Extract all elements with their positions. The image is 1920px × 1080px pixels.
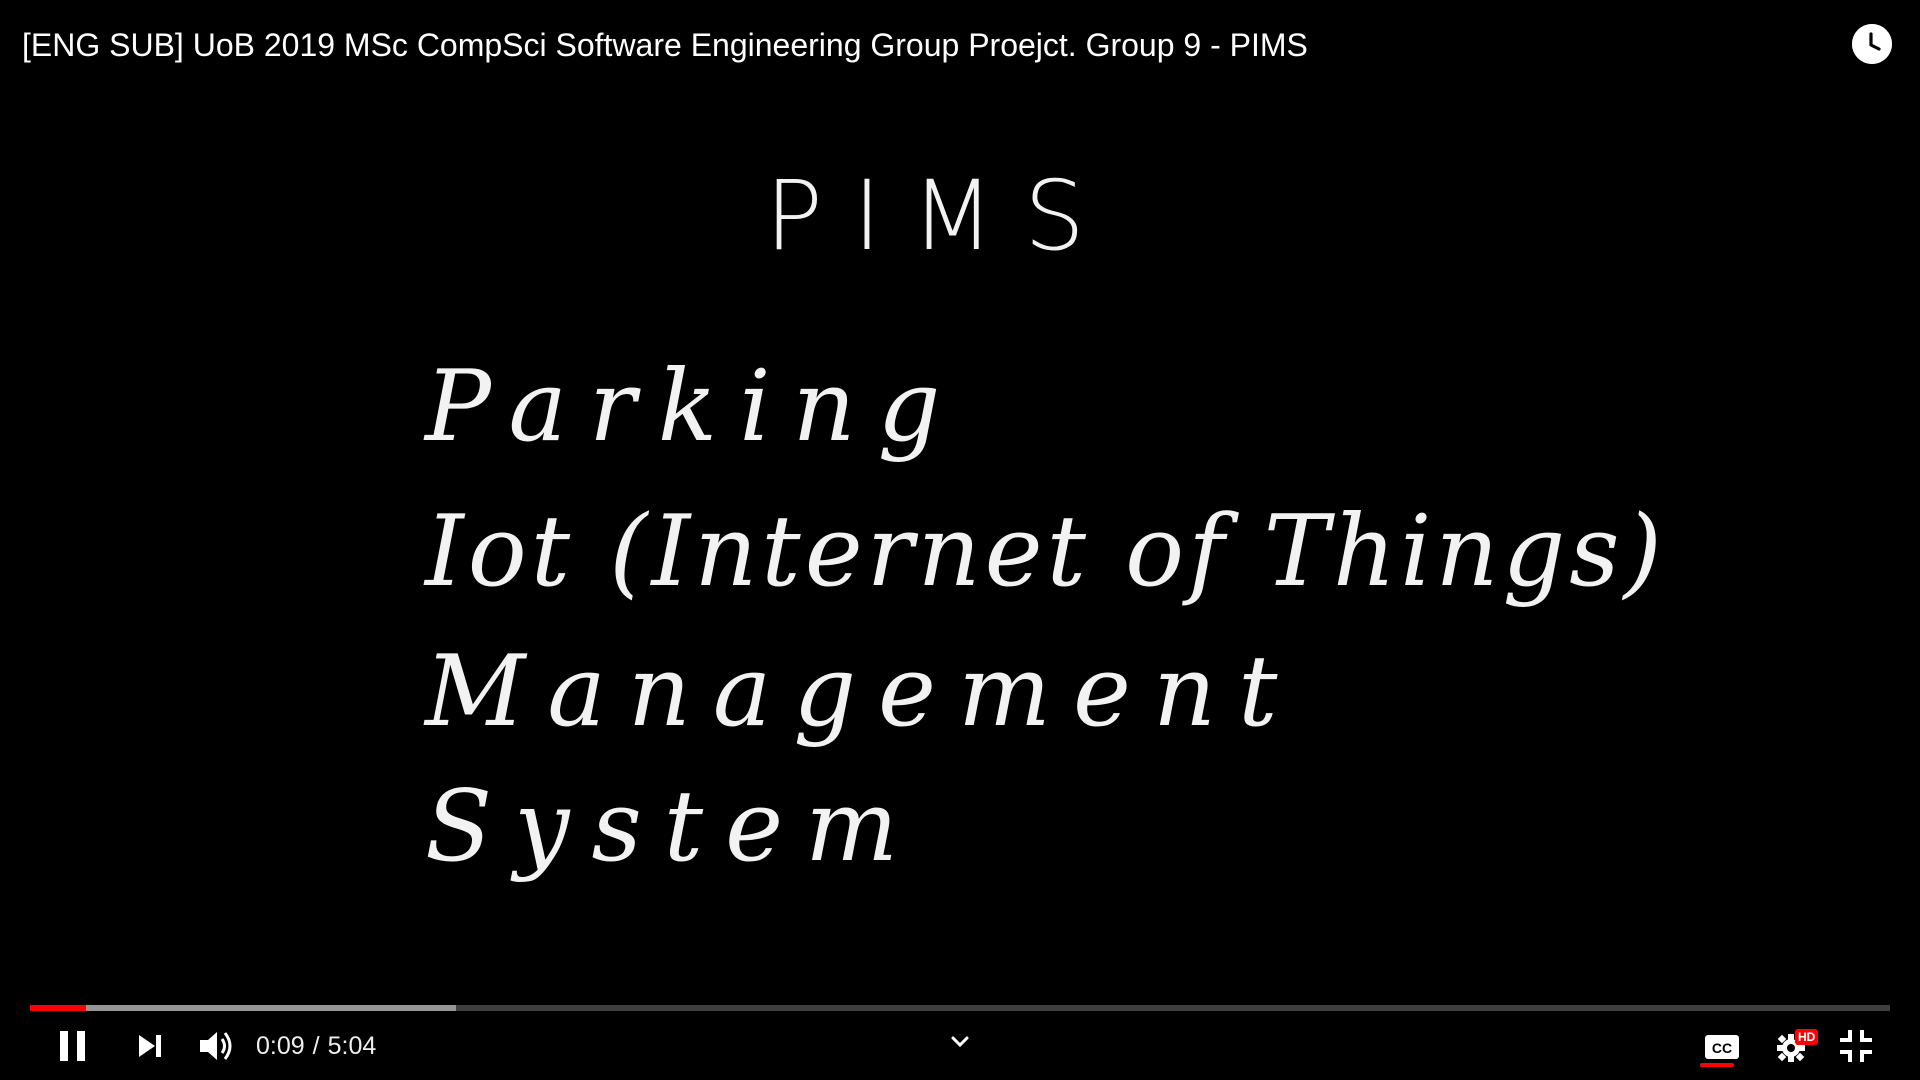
- clock-icon: [1852, 24, 1892, 64]
- volume-icon: [200, 1032, 232, 1060]
- volume-button[interactable]: [189, 1025, 245, 1067]
- pause-icon: [60, 1031, 85, 1061]
- duration: 5:04: [327, 1032, 377, 1060]
- hd-badge: HD: [1795, 1029, 1819, 1045]
- slide-line-system: System: [425, 770, 921, 884]
- next-button[interactable]: [122, 1025, 178, 1067]
- next-icon: [139, 1035, 161, 1057]
- cc-icon: CC: [1705, 1035, 1739, 1059]
- svg-text:CC: CC: [1712, 1040, 1732, 1056]
- slide-line-management: Management: [425, 635, 1300, 749]
- time-separator: /: [312, 1032, 320, 1060]
- exit-fullscreen-icon: [1840, 1030, 1872, 1062]
- video-title[interactable]: [ENG SUB] UoB 2019 MSc CompSci Software …: [22, 24, 1308, 66]
- progress-bar[interactable]: [30, 1005, 1890, 1011]
- current-time: 0:09: [256, 1032, 305, 1060]
- chevron-down-icon: [951, 1036, 969, 1048]
- progress-played: [30, 1005, 86, 1011]
- chapter-chevron-button[interactable]: [946, 1030, 974, 1054]
- exit-fullscreen-button[interactable]: [1828, 1025, 1884, 1067]
- video-player[interactable]: PIMS Parking Iot (Internet of Things) Ma…: [0, 0, 1920, 1080]
- pause-button[interactable]: [45, 1025, 101, 1067]
- slide-heading: PIMS: [765, 160, 1115, 272]
- settings-button[interactable]: HD: [1765, 1025, 1821, 1067]
- captions-button[interactable]: CC: [1694, 1025, 1750, 1067]
- slide-line-iot: Iot (Internet of Things): [425, 495, 1666, 609]
- captions-active-indicator: [1700, 1063, 1734, 1067]
- slide-line-parking: Parking: [425, 350, 963, 464]
- progress-buffered: [30, 1005, 456, 1011]
- watch-later-button[interactable]: [1852, 24, 1892, 64]
- time-display: 0:09/5:04: [256, 1030, 376, 1062]
